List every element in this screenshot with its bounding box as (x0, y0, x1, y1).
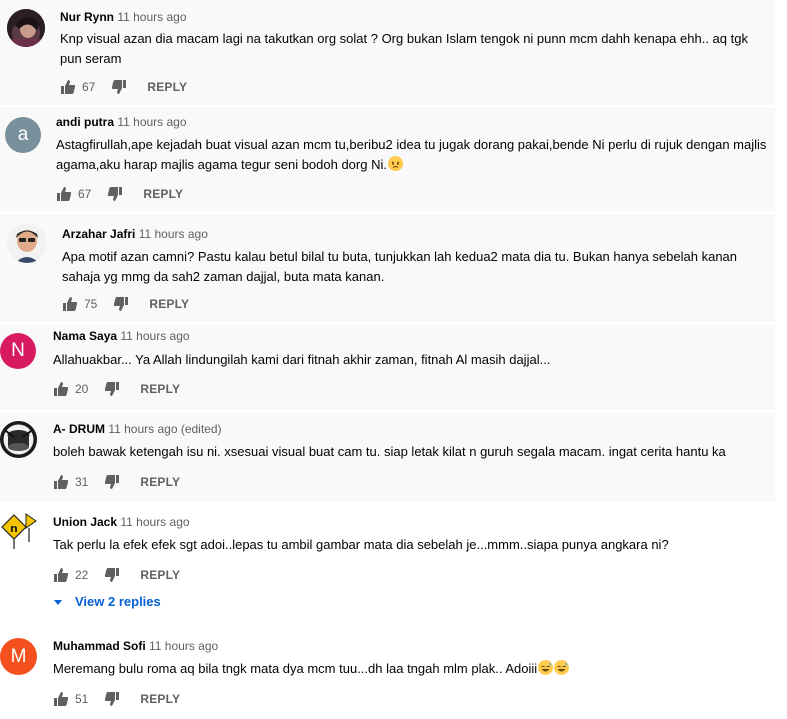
reply-button[interactable]: REPLY (147, 80, 187, 94)
comment-actions: 51 REPLY (53, 690, 180, 708)
like-icon[interactable] (53, 567, 69, 583)
dislike-icon[interactable] (107, 186, 123, 202)
comment-text-content: Astagfirullah,ape kejadah buat visual az… (56, 137, 767, 172)
reply-button[interactable]: REPLY (149, 297, 189, 311)
sweat-smile-emoji-icon (554, 660, 570, 675)
reply-button[interactable]: REPLY (140, 692, 180, 706)
comment-text: boleh bawak ketengah isu ni. xsesuai vis… (53, 444, 726, 459)
comment-text: Knp visual azan dia macam lagi na takutk… (60, 31, 748, 66)
author-name[interactable]: Muhammad Sofi (53, 639, 146, 653)
comment-text: Meremang bulu roma aq bila tngk mata dya… (53, 659, 775, 679)
like-icon[interactable] (60, 79, 76, 95)
sweat-smile-emoji-icon (538, 660, 554, 675)
like-icon[interactable] (62, 296, 78, 312)
avatar[interactable]: M (0, 638, 37, 675)
comment-text: Allahuakbar... Ya Allah lindungilah kami… (53, 352, 551, 367)
avatar[interactable] (7, 223, 47, 263)
timestamp[interactable]: 11 hours ago (edited) (108, 422, 221, 436)
avatar-letter: a (17, 124, 29, 145)
like-icon[interactable] (53, 474, 69, 490)
avatar[interactable]: n (0, 513, 38, 549)
dislike-icon[interactable] (111, 79, 127, 95)
author-name[interactable]: A- DRUM (53, 422, 105, 436)
comment-actions: 67 REPLY (56, 185, 183, 203)
dislike-icon[interactable] (104, 567, 120, 583)
svg-text:n: n (10, 522, 18, 535)
comment-text: Apa motif azan camni? Pastu kalau betul … (62, 249, 738, 284)
reply-button[interactable]: REPLY (140, 568, 180, 582)
reply-button[interactable]: REPLY (143, 187, 183, 201)
avatar-letter: M (10, 645, 27, 667)
comment-thread: a andi putra 11 hours ago Astagfirullah,… (0, 107, 775, 212)
author-name[interactable]: Arzahar Jafri (62, 227, 135, 241)
comment-text: Astagfirullah,ape kejadah buat visual az… (56, 135, 774, 175)
dislike-icon[interactable] (104, 474, 120, 490)
comment-thread: A- DRUM 11 hours ago (edited) boleh bawa… (0, 412, 775, 502)
avatar[interactable] (7, 9, 45, 47)
avatar[interactable]: N (0, 333, 36, 369)
like-count: 67 (78, 187, 92, 201)
caret-down-icon (54, 599, 62, 605)
view-replies-button[interactable]: View 2 replies (53, 594, 161, 609)
reply-button[interactable]: REPLY (140, 382, 180, 396)
timestamp[interactable]: 11 hours ago (139, 227, 208, 241)
comment-actions: 22 REPLY (53, 566, 180, 584)
comment-header: Union Jack 11 hours ago (53, 515, 190, 530)
comment-header: Nama Saya 11 hours ago (53, 329, 190, 344)
comment-thread: Arzahar Jafri 11 hours ago Apa motif aza… (0, 214, 775, 322)
timestamp[interactable]: 11 hours ago (117, 115, 186, 129)
timestamp[interactable]: 11 hours ago (120, 329, 189, 343)
timestamp[interactable]: 11 hours ago (149, 639, 218, 653)
dislike-icon[interactable] (113, 296, 129, 312)
comment-header: A- DRUM 11 hours ago (edited) (53, 422, 222, 437)
author-name[interactable]: andi putra (56, 115, 114, 129)
author-name[interactable]: Nur Rynn (60, 10, 114, 24)
comment-thread: M Muhammad Sofi 11 hours ago Meremang bu… (0, 628, 775, 719)
comment-thread: N Nama Saya 11 hours ago Allahuakbar... … (0, 324, 775, 410)
angry-face-emoji-icon (387, 156, 403, 171)
comment-text: Tak perlu la efek efek sgt adoi..lepas t… (53, 537, 669, 552)
timestamp[interactable]: 11 hours ago (120, 515, 189, 529)
like-count: 31 (75, 475, 89, 489)
comment-thread: n Union Jack 11 hours ago Tak perlu la e… (0, 504, 775, 624)
comment-actions: 75 REPLY (62, 295, 189, 313)
avatar[interactable]: a (5, 117, 41, 153)
dislike-icon[interactable] (104, 691, 120, 707)
comment-thread: Nur Rynn 11 hours ago Knp visual azan di… (0, 0, 775, 105)
like-count: 75 (84, 297, 98, 311)
author-name[interactable]: Nama Saya (53, 329, 117, 343)
like-icon[interactable] (53, 691, 69, 707)
avatar[interactable] (0, 421, 37, 458)
timestamp[interactable]: 11 hours ago (117, 10, 186, 24)
comment-actions: 67 REPLY (60, 78, 187, 96)
like-count: 51 (75, 692, 89, 706)
author-name[interactable]: Union Jack (53, 515, 117, 529)
reply-button[interactable]: REPLY (140, 475, 180, 489)
comment-list: Nur Rynn 11 hours ago Knp visual azan di… (0, 0, 787, 719)
view-replies-label: View 2 replies (75, 594, 161, 609)
comment-actions: 20 REPLY (53, 380, 180, 398)
like-count: 20 (75, 382, 89, 396)
comment-actions: 31 REPLY (53, 473, 180, 491)
avatar-letter: N (11, 340, 25, 361)
comment-header: Nur Rynn 11 hours ago (60, 10, 187, 25)
like-icon[interactable] (56, 186, 72, 202)
like-count: 22 (75, 568, 89, 582)
like-icon[interactable] (53, 381, 69, 397)
like-count: 67 (82, 80, 96, 94)
comment-header: Muhammad Sofi 11 hours ago (53, 639, 218, 654)
comment-header: andi putra 11 hours ago (56, 115, 187, 130)
dislike-icon[interactable] (104, 381, 120, 397)
comment-header: Arzahar Jafri 11 hours ago (62, 227, 208, 242)
comment-text-content: Meremang bulu roma aq bila tngk mata dya… (53, 661, 538, 676)
